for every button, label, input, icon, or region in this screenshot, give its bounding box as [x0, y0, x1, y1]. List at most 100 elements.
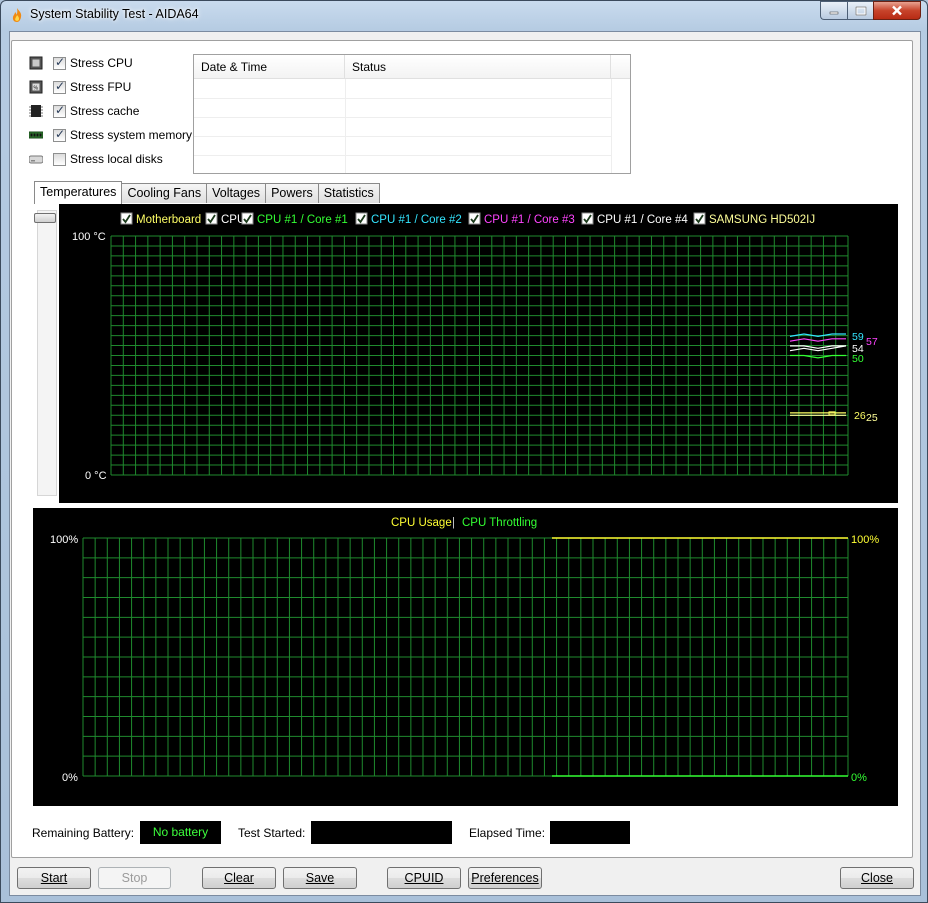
table-column-divider	[345, 79, 346, 173]
stress-memory-label: Stress system memory	[70, 128, 193, 142]
maximize-button[interactable]	[847, 1, 873, 20]
cache-chip-icon	[29, 105, 43, 117]
cpu-throttling-legend-label: CPU Throttling	[462, 517, 537, 529]
series-end-value: 57	[866, 336, 878, 348]
legend-label: CPU #1 / Core #2	[371, 214, 462, 226]
right-bottom-value: 0%	[851, 772, 867, 784]
y-axis-bottom-label: 0 °C	[85, 470, 107, 482]
svg-text:%: %	[34, 86, 39, 92]
dialog-client-area: Stress CPU % Stress FPU Stress cache Str…	[9, 31, 921, 896]
table-header: Date & Time Status	[194, 55, 630, 79]
series-end-value: 50	[852, 353, 864, 365]
app-window: System Stability Test - AIDA64 Stress CP…	[0, 0, 928, 903]
table-row-divider	[194, 117, 612, 118]
close-button[interactable]: Close	[840, 867, 914, 889]
close-button-label: Close	[861, 871, 893, 885]
save-button[interactable]: Save	[283, 867, 357, 889]
disk-drive-icon	[29, 155, 43, 164]
legend-checkbox	[205, 212, 218, 225]
y-axis-top-label: 100 °C	[72, 231, 106, 243]
chart-scroll-slider[interactable]	[37, 210, 57, 496]
stress-cache-option[interactable]: Stress cache	[29, 102, 139, 120]
stress-memory-option[interactable]: Stress system memory	[29, 126, 192, 144]
remaining-battery-label: Remaining Battery:	[32, 826, 135, 840]
stress-disks-option[interactable]: Stress local disks	[29, 150, 163, 168]
y-axis-top-label: 100%	[50, 534, 78, 546]
series-end-value: 59	[852, 331, 864, 343]
test-started-value	[311, 821, 452, 844]
legend-checkbox	[241, 212, 254, 225]
stress-cpu-checkbox[interactable]	[53, 55, 66, 70]
stress-fpu-label: Stress FPU	[70, 80, 132, 94]
temperature-chart: Motherboard CPU CPU #1 / Core #1 CPU #1 / C…	[59, 204, 898, 503]
stress-disks-checkbox[interactable]	[53, 152, 66, 166]
y-axis-bottom-label: 0%	[62, 772, 78, 784]
right-top-value: 100%	[851, 534, 879, 546]
maximize-icon	[855, 6, 866, 15]
close-icon	[892, 5, 902, 16]
tab-cooling-fans[interactable]: Cooling Fans	[121, 183, 208, 203]
legend-label: CPU #1 / Core #1	[257, 214, 348, 226]
legend-label: CPU #1 / Core #3	[484, 214, 575, 226]
preferences-button[interactable]: Preferences	[468, 867, 542, 889]
stress-fpu-option[interactable]: % Stress FPU	[29, 78, 131, 96]
chart-scroll-thumb[interactable]	[34, 213, 56, 223]
temperature-chart-svg: Motherboard CPU CPU #1 / Core #1 CPU #1 / C…	[72, 212, 878, 482]
start-button[interactable]: Start	[17, 867, 91, 889]
legend-checkbox	[581, 212, 594, 225]
stress-fpu-checkbox[interactable]	[53, 79, 66, 94]
series-end-value: 25	[866, 412, 878, 424]
tab-statistics[interactable]: Statistics	[317, 183, 380, 203]
battery-value: No battery	[140, 821, 221, 844]
legend-checkbox	[120, 212, 133, 225]
legend-label: Motherboard	[136, 214, 201, 226]
cpu-usage-chart-svg: CPU Usage | CPU Throttling 100% 0% 100% 0%	[50, 517, 879, 784]
stress-cache-checkbox[interactable]	[53, 103, 66, 118]
start-button-label: Start	[40, 871, 68, 885]
cpu-chip-icon	[29, 56, 43, 70]
minimize-button[interactable]	[820, 1, 847, 20]
table-row-divider	[194, 136, 612, 137]
preferences-button-label: Preferences	[471, 871, 539, 885]
stress-cpu-label: Stress CPU	[70, 56, 133, 70]
test-log-table[interactable]: Date & Time Status	[193, 54, 631, 174]
test-started-label: Test Started:	[238, 826, 306, 840]
stop-button[interactable]: Stop	[98, 867, 171, 889]
legend-checkbox	[693, 212, 706, 225]
stress-cache-label: Stress cache	[70, 104, 140, 118]
legend-checkbox	[355, 212, 368, 225]
stress-cpu-option[interactable]: Stress CPU	[29, 54, 133, 72]
elapsed-time-value	[550, 821, 630, 844]
fpu-chip-icon: %	[29, 80, 43, 94]
tab-temperatures[interactable]: Temperatures	[34, 181, 123, 204]
legend-label: CPU #1 / Core #4	[597, 214, 688, 226]
minimize-icon	[829, 11, 839, 14]
sensor-tabs: Temperatures Cooling Fans Voltages Power…	[34, 181, 380, 204]
stress-memory-checkbox[interactable]	[53, 127, 66, 142]
legend-separator: |	[452, 517, 455, 529]
title-bar[interactable]: System Stability Test - AIDA64	[1, 1, 927, 29]
elapsed-time-label: Elapsed Time:	[469, 826, 546, 840]
column-header-status[interactable]: Status	[345, 55, 611, 78]
tab-voltages[interactable]: Voltages	[206, 183, 267, 203]
table-row-divider	[194, 98, 612, 99]
clear-button[interactable]: Clear	[202, 867, 276, 889]
window-title: System Stability Test - AIDA64	[30, 7, 199, 21]
column-header-date-time[interactable]: Date & Time	[194, 55, 345, 78]
cpu-usage-chart: CPU Usage | CPU Throttling 100% 0% 100% 0%	[33, 508, 898, 806]
stop-button-label: Stop	[121, 871, 148, 885]
table-row-divider	[194, 155, 612, 156]
close-window-button[interactable]	[873, 1, 921, 20]
legend-checkbox	[468, 212, 481, 225]
table-column-divider	[611, 79, 612, 173]
memory-module-icon	[29, 131, 43, 139]
legend-label: SAMSUNG HD502IJ	[709, 214, 815, 226]
tab-powers[interactable]: Powers	[265, 183, 319, 203]
series-end-value: 26	[854, 410, 866, 422]
clear-button-label: Clear	[224, 871, 254, 885]
cpuid-button-label: CPUID	[404, 871, 444, 885]
cpu-usage-legend-label: CPU Usage	[391, 517, 452, 529]
save-button-label: Save	[305, 871, 335, 885]
cpuid-button[interactable]: CPUID	[387, 867, 461, 889]
flame-app-icon	[12, 8, 22, 22]
